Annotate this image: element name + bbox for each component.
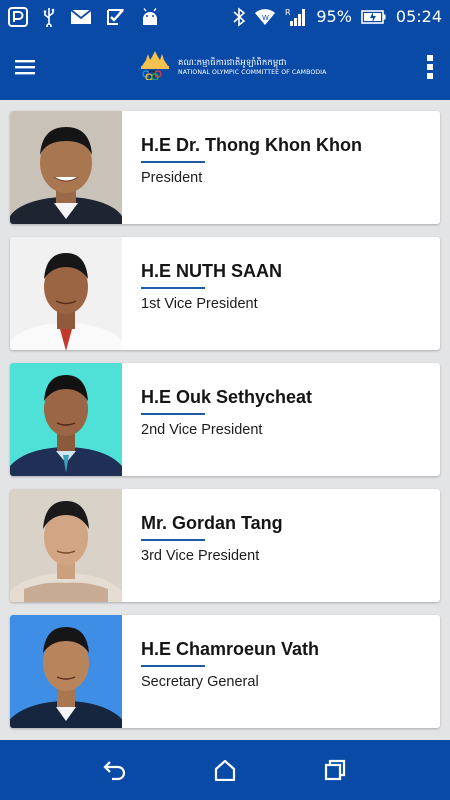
angkor-olympic-emblem-icon xyxy=(138,50,172,85)
more-vert-icon[interactable] xyxy=(410,44,450,90)
home-icon[interactable] xyxy=(201,746,249,794)
member-photo xyxy=(10,363,122,476)
member-card[interactable]: Mr. Gordan Tang 3rd Vice President xyxy=(10,489,440,602)
name-underline xyxy=(141,161,205,163)
svg-text:R: R xyxy=(285,8,291,17)
bluetooth-icon xyxy=(233,6,246,27)
checkmark-icon xyxy=(106,7,126,27)
name-underline xyxy=(141,287,205,289)
member-photo xyxy=(10,615,122,728)
member-photo xyxy=(10,489,122,602)
member-name: H.E NUTH SAAN xyxy=(141,261,283,281)
back-icon[interactable] xyxy=(91,746,139,794)
pushbullet-icon xyxy=(8,6,28,27)
recent-apps-icon[interactable] xyxy=(311,746,359,794)
member-name: H.E Ouk Sethycheat xyxy=(141,387,313,407)
app-bar: គណៈកម្មាធិការជាតិអូឡាំពិកកម្ពុជា NATIONA… xyxy=(0,33,450,100)
noc-cambodia-logo: គណៈកម្មាធិការជាតិអូឡាំពិកកម្ពុជា NATIONA… xyxy=(138,50,326,85)
usb-icon xyxy=(42,7,56,27)
member-name: H.E Chamroeun Vath xyxy=(141,639,320,659)
name-underline xyxy=(141,665,205,667)
system-nav-bar xyxy=(0,740,450,800)
member-title: President xyxy=(141,170,203,186)
battery-icon xyxy=(361,9,387,25)
member-photo xyxy=(10,111,122,224)
logo-english-text: NATIONAL OLYMPIC COMMITTEE OF CAMBODIA xyxy=(178,68,327,76)
svg-text:W: W xyxy=(262,14,269,22)
member-card[interactable]: H.E Chamroeun Vath Secretary General xyxy=(10,615,440,728)
status-bar: W R 95% 05:24 xyxy=(0,0,450,33)
member-photo xyxy=(10,237,122,350)
mail-icon xyxy=(70,8,92,26)
member-title: Secretary General xyxy=(141,674,259,690)
member-card[interactable]: H.E Ouk Sethycheat 2nd Vice President xyxy=(10,363,440,476)
member-list: H.E Dr. Thong Khon Khon President H.E NU… xyxy=(0,100,450,740)
name-underline xyxy=(141,539,205,541)
name-underline xyxy=(141,413,205,415)
member-name: H.E Dr. Thong Khon Khon xyxy=(141,135,362,155)
hamburger-menu-icon[interactable] xyxy=(2,44,48,90)
member-name: Mr. Gordan Tang xyxy=(141,513,283,533)
member-title: 3rd Vice President xyxy=(141,548,260,564)
member-card[interactable]: H.E Dr. Thong Khon Khon President xyxy=(10,111,440,224)
android-icon xyxy=(140,7,160,27)
wifi-icon: W xyxy=(254,7,276,27)
member-title: 2nd Vice President xyxy=(141,422,263,438)
signal-icon: R xyxy=(285,7,307,27)
clock: 05:24 xyxy=(395,7,442,26)
member-card[interactable]: H.E NUTH SAAN 1st Vice President xyxy=(10,237,440,350)
battery-percent: 95% xyxy=(316,7,352,26)
member-title: 1st Vice President xyxy=(141,296,258,312)
logo-khmer-text: គណៈកម្មាធិការជាតិអូឡាំពិកកម្ពុជា xyxy=(178,58,287,69)
